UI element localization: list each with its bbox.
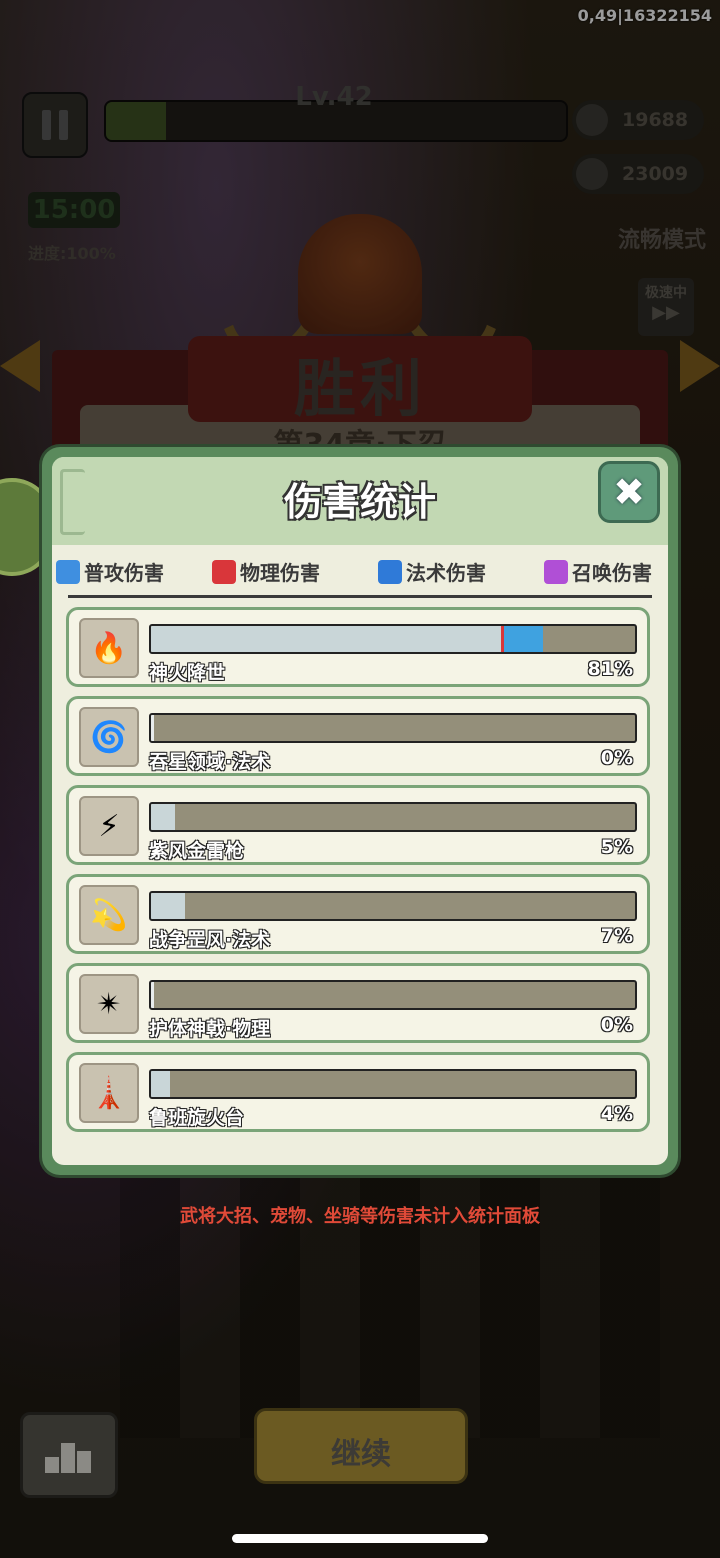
divider [68,595,652,598]
guardian-halberd-icon: ✴ [79,974,139,1034]
damage-bar-fill [151,982,154,1008]
skill-row: 💫 战争罡风·法术 7% [66,874,650,954]
legend-label: 物理伤害 [240,561,320,585]
continue-button[interactable]: 继续 [254,1408,468,1484]
damage-bar-fill [151,626,502,652]
damage-bar [149,891,637,921]
skill-name: 神火降世 [149,662,226,684]
fire-tower-icon: 🗼 [79,1063,139,1123]
war-wind-icon: 💫 [79,885,139,945]
close-button[interactable]: ✖ [598,461,660,523]
skill-row: 🔥 神火降世 81% [66,607,650,687]
legend-label: 召唤伤害 [572,561,652,585]
panel-title: 伤害统计 [283,480,436,524]
damage-bar [149,980,637,1010]
skill-name: 紫风金雷枪 [149,840,245,862]
damage-bar [149,802,637,832]
ranking-button[interactable] [20,1412,118,1498]
skill-percent: 0% [600,1014,633,1036]
legend-summon: 召唤伤害 [544,557,652,586]
paw-icon [544,560,568,584]
damage-bar [149,713,637,743]
damage-bar-fill [151,715,154,741]
skill-name: 战争罡风·法术 [149,929,271,951]
damage-bar-fill [151,893,185,919]
podium-icon [45,1437,91,1473]
continue-label: 继续 [331,1437,391,1472]
legend-normal-attack: 普攻伤害 [56,557,164,586]
magic-damage-segment [501,626,544,652]
skill-percent: 0% [600,747,633,769]
skill-name: 鲁班旋火台 [149,1107,245,1129]
skill-percent: 5% [600,836,633,858]
legend-label: 法术伤害 [406,561,486,585]
legend-physical: 物理伤害 [212,557,320,586]
damage-type-legend: 普攻伤害 物理伤害 法术伤害 召唤伤害 [52,551,668,595]
home-indicator[interactable] [232,1534,488,1543]
skill-row: 🌀 吞星领域·法术 0% [66,696,650,776]
skill-name: 护体神戟·物理 [149,1018,271,1040]
damage-bar-fill [151,804,176,830]
skill-percent: 4% [600,1103,633,1125]
divine-fire-icon: 🔥 [79,618,139,678]
legend-label: 普攻伤害 [84,561,164,585]
damage-bar [149,624,637,654]
skill-row: 🗼 鲁班旋火台 4% [66,1052,650,1132]
panel-body: 伤害统计 ✖ 普攻伤害 物理伤害 法术伤害 召唤伤害 🔥 神火降世 81% 🌀 吞星领域… [52,457,668,1165]
panel-header: 伤害统计 ✖ [52,457,668,545]
physical-damage-marker [501,626,505,652]
sword-icon [56,560,80,584]
flame-icon [378,560,402,584]
skill-percent: 7% [600,925,633,947]
close-icon: ✖ [613,470,645,514]
legend-magic: 法术伤害 [378,557,486,586]
vortex-icon: 🌀 [79,707,139,767]
skill-percent: 81% [587,658,633,680]
damage-stats-panel: 伤害统计 ✖ 普攻伤害 物理伤害 法术伤害 召唤伤害 🔥 神火降世 81% 🌀 吞星领域… [42,447,678,1175]
skill-row: ⚡ 紫风金雷枪 5% [66,785,650,865]
fist-icon [212,560,236,584]
skill-name: 吞星领域·法术 [149,751,271,773]
thunder-spear-icon: ⚡ [79,796,139,856]
stats-disclaimer: 武将大招、宠物、坐骑等伤害未计入统计面板 [180,1206,540,1227]
skill-row: ✴ 护体神戟·物理 0% [66,963,650,1043]
damage-bar [149,1069,637,1099]
damage-bar-fill [151,1071,171,1097]
